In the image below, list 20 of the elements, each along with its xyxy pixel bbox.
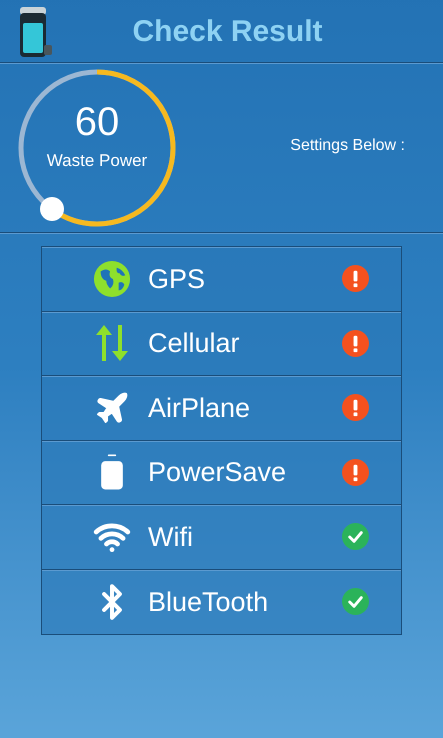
globe-icon — [93, 260, 131, 298]
setting-row[interactable]: Cellular — [42, 312, 401, 376]
gauge-value: 60 — [74, 98, 120, 146]
page-title: Check Result — [131, 14, 323, 50]
gauge-label: Waste Power — [46, 150, 148, 172]
setting-name: Cellular — [148, 327, 240, 360]
setting-row[interactable]: PowerSave — [42, 440, 401, 505]
gauge-thumb — [39, 196, 66, 222]
up-down-arrows-icon — [94, 323, 130, 364]
setting-row[interactable]: GPS — [42, 247, 401, 312]
setting-row[interactable]: BlueTooth — [42, 570, 401, 634]
setting-name: GPS — [148, 262, 206, 296]
setting-name: Wifi — [148, 520, 193, 554]
battery-logo-icon — [18, 5, 54, 59]
setting-row[interactable]: Wifi — [42, 505, 401, 570]
settings-note: Settings Below : — [290, 136, 405, 156]
setting-name: BlueTooth — [148, 586, 268, 618]
setting-name: PowerSave — [148, 456, 286, 489]
setting-row[interactable]: AirPlane — [42, 376, 401, 440]
setting-name: AirPlane — [148, 392, 250, 424]
